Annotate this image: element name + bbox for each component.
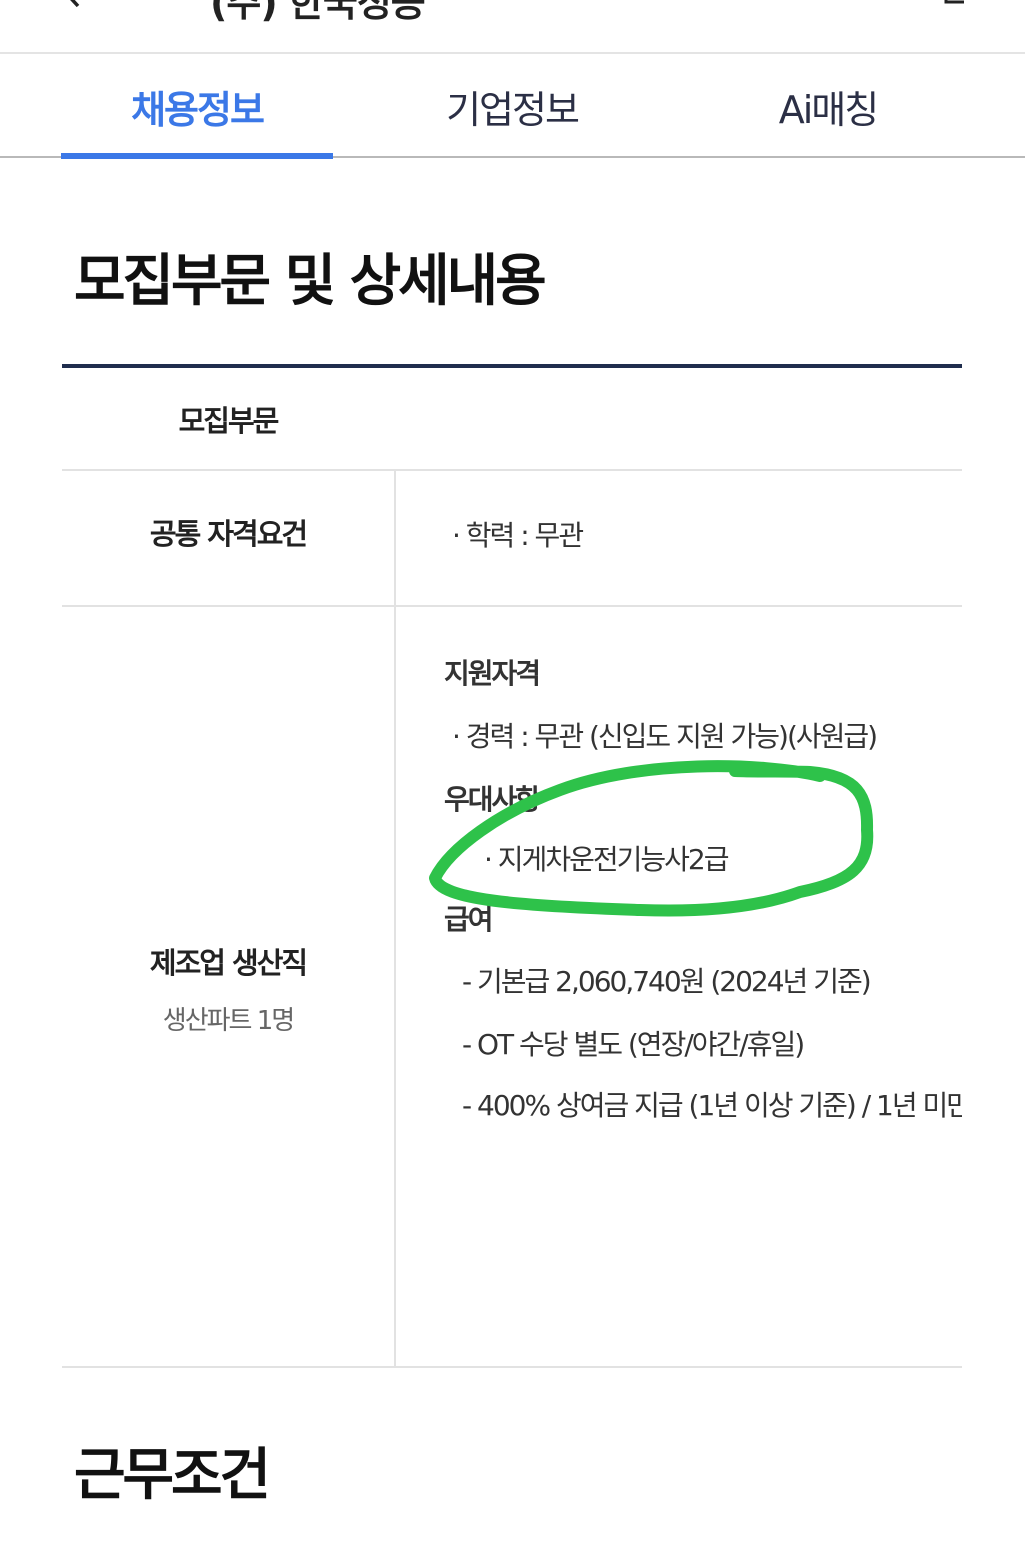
back-arrow-icon[interactable] <box>58 0 88 8</box>
table-divider <box>62 605 962 607</box>
salary-heading: 급여 <box>444 903 494 936</box>
common-requirements-label: 공통 자격요건 <box>149 517 308 551</box>
section-title-recruitment: 모집부문 및 상세내용 <box>74 249 547 314</box>
tab-recruit-info[interactable]: 채용정보 <box>61 54 333 158</box>
qualification-item: · 경력 : 무관 (신입도 지원 가능)(사원급) <box>452 720 878 753</box>
tab-ai-matching[interactable]: Ai매칭 <box>692 54 964 158</box>
job-detail-page: (주) 한국정공 채용정보 기업정보 Ai매칭 모집부문 및 상세내용 모집부문… <box>0 0 1025 1550</box>
highlight-circle-annotation <box>429 760 874 917</box>
tab-bar: 채용정보 기업정보 Ai매칭 <box>0 54 1025 159</box>
preference-heading: 우대사항 <box>444 783 541 816</box>
top-header: (주) 한국정공 <box>0 0 1025 54</box>
qualification-heading: 지원자격 <box>444 657 541 690</box>
salary-item: - 400% 상여금 지급 (1년 이상 기준) / 1년 미만 <box>462 1089 962 1122</box>
table-top-border <box>62 364 962 368</box>
salary-item: - 기본급 2,060,740원 (2024년 기준) <box>462 965 872 998</box>
salary-item-clip: - 400% 상여금 지급 (1년 이상 기준) / 1년 미만 <box>440 1070 962 1140</box>
preference-item: · 지게차운전기능사2급 <box>484 843 729 876</box>
tab-company-info[interactable]: 기업정보 <box>376 54 648 158</box>
company-title: (주) 한국정공 <box>210 0 426 25</box>
active-tab-indicator <box>61 153 333 159</box>
education-requirement: · 학력 : 무관 <box>452 519 584 552</box>
section-title-working-conditions: 근무조건 <box>74 1443 271 1508</box>
share-icon[interactable] <box>942 0 968 6</box>
table-column-divider <box>394 471 396 605</box>
table-header-label: 모집부문 <box>178 404 280 438</box>
table-bottom-border <box>62 1366 962 1368</box>
position-title: 제조업 생산직 <box>149 946 308 980</box>
position-subtitle: 생산파트 1명 <box>162 1006 295 1036</box>
table-divider <box>62 469 962 471</box>
salary-item: - OT 수당 별도 (연장/야간/휴일) <box>462 1028 805 1061</box>
table-column-divider <box>394 607 396 1366</box>
